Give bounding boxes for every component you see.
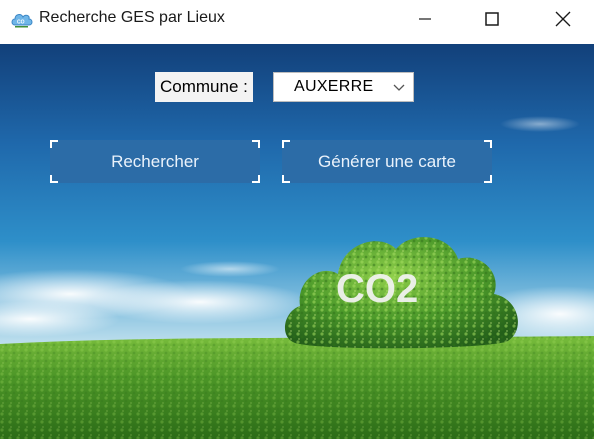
maximize-icon [485, 11, 499, 26]
title-bar[interactable]: CO Recherche GES par Lieux [0, 0, 594, 37]
maximize-button[interactable] [469, 0, 515, 37]
chevron-down-icon [393, 84, 405, 91]
close-button[interactable] [540, 0, 586, 37]
commune-label: Commune : [155, 72, 253, 102]
background-image: CO2 [0, 44, 594, 439]
commune-selected-value: AUXERRE [294, 78, 374, 95]
co2-cloud-icon: CO [11, 14, 33, 28]
commune-dropdown[interactable]: AUXERRE [273, 72, 414, 102]
cloud-co2-text: CO2 [336, 267, 418, 311]
app-window: CO Recherche GES par Lieux CO2 Commune:… [0, 0, 594, 439]
svg-text:CO: CO [17, 20, 25, 26]
window-title: Recherche GES par Lieux [39, 9, 225, 26]
search-button[interactable]: Rechercher [50, 140, 260, 183]
generate-map-button-label: Générer une carte [318, 152, 456, 171]
search-button-label: Rechercher [111, 152, 199, 171]
generate-map-button[interactable]: Générer une carte [282, 140, 492, 183]
close-icon [555, 11, 571, 26]
minimize-button[interactable] [402, 0, 448, 37]
minimize-icon [419, 17, 431, 20]
main-panel: CO2 Commune : AUXERRE Rechercher Générer… [0, 44, 594, 439]
